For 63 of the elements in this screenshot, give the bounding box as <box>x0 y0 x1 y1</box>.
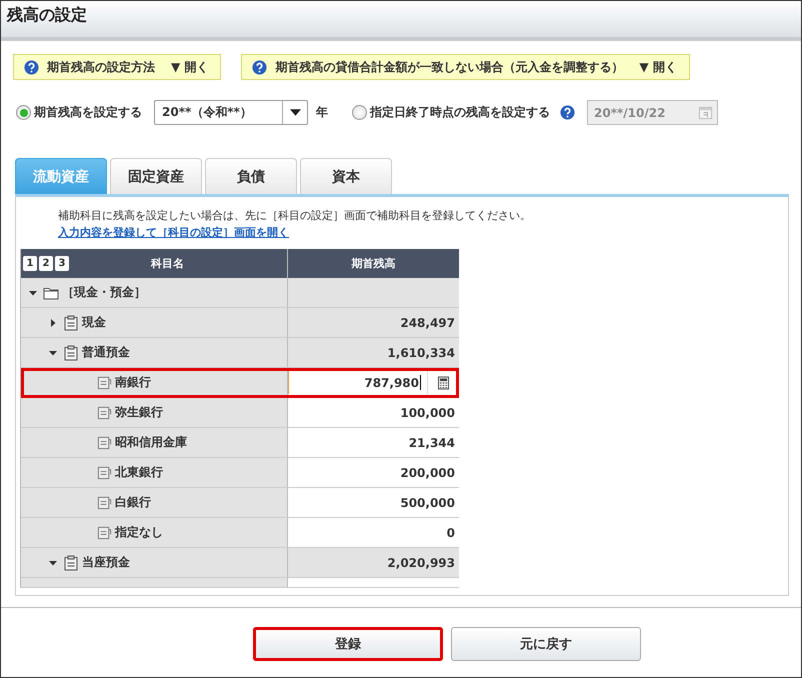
window-title: 残高の設定 <box>7 5 87 26</box>
radio-button[interactable] <box>16 105 31 120</box>
subledger-icon <box>97 405 112 420</box>
collapse-arrow-icon[interactable] <box>49 348 57 356</box>
notice-text: 補助科目に残高を設定したい場合は、先に［科目の設定］画面で補助科目を登録してください。 <box>58 208 532 224</box>
tab[interactable]: 資本 <box>300 158 392 194</box>
account-name: 南銀行 <box>115 374 151 391</box>
expand-toggle[interactable]: ▼ 開く <box>171 58 208 76</box>
account-name: 当座預金 <box>82 554 130 571</box>
help-icon[interactable] <box>560 105 575 120</box>
help-icon <box>24 60 39 74</box>
radio-label[interactable]: 期首残高を設定する <box>34 104 142 121</box>
subledger-icon <box>97 435 112 450</box>
column-header: 期首残高 <box>350 256 396 272</box>
balance-cell: 248,497 <box>400 316 455 330</box>
year-dropdown[interactable]: 20**（令和**） <box>154 100 308 125</box>
collapse-arrow-icon[interactable] <box>29 288 37 296</box>
expand-arrow-icon[interactable] <box>49 318 57 326</box>
calendar-icon <box>698 105 713 120</box>
subledger-icon <box>97 375 112 390</box>
ledger-icon <box>63 554 79 570</box>
account-name: 白銀行 <box>115 494 151 511</box>
balance-cell: 21,344 <box>408 436 455 450</box>
help-label: 期首残高の設定方法 <box>47 58 155 76</box>
subledger-icon <box>97 465 112 480</box>
account-name: 指定なし <box>115 524 163 541</box>
level-button[interactable]: 1 <box>23 256 37 271</box>
account-name: 現金 <box>82 314 106 331</box>
action-button[interactable]: 元に戻す <box>451 627 641 661</box>
column-header: 科目名 <box>151 256 184 271</box>
help-bar[interactable]: 期首残高の設定方法 ▼ 開く <box>13 54 222 80</box>
year-unit: 年 <box>316 104 328 121</box>
balance-cell: 1,610,334 <box>387 346 455 360</box>
balance-cell: 2,020,993 <box>387 556 455 570</box>
level-button[interactable]: 2 <box>39 256 53 271</box>
dropdown-caret-icon <box>290 109 300 116</box>
balance-cell: 0 <box>446 526 455 540</box>
help-icon <box>252 60 268 74</box>
ledger-icon <box>63 314 79 330</box>
help-bar[interactable]: 期首残高の貸借合計金額が一致しない場合（元入金を調整する） ▼ 開く <box>241 54 690 80</box>
radio-label[interactable]: 指定日終了時点の残高を設定する <box>370 104 550 121</box>
action-button[interactable]: 登録 <box>253 627 443 661</box>
tab[interactable]: 固定資産 <box>110 158 202 194</box>
account-name: ［現金・預金］ <box>62 284 146 301</box>
calculator-icon[interactable] <box>438 376 449 390</box>
settings-link[interactable]: 入力内容を登録して［科目の設定］画面を開く <box>58 226 289 239</box>
ledger-icon <box>63 344 79 360</box>
expand-toggle[interactable]: ▼ 開く <box>639 58 677 76</box>
tab[interactable]: 負債 <box>205 158 297 194</box>
balance-cell: 200,000 <box>400 466 455 480</box>
account-name: 弥生銀行 <box>115 404 163 421</box>
subledger-icon <box>97 495 112 510</box>
balance-cell: 100,000 <box>400 406 455 420</box>
radio-button[interactable] <box>352 105 367 120</box>
collapse-arrow-icon[interactable] <box>49 558 57 566</box>
account-name: 北東銀行 <box>115 464 163 481</box>
subledger-icon <box>97 525 112 540</box>
help-label: 期首残高の貸借合計金額が一致しない場合（元入金を調整する） <box>275 58 624 76</box>
level-button[interactable]: 3 <box>55 256 69 271</box>
balance-input[interactable]: 787,980 <box>288 371 428 394</box>
balance-cell: 500,000 <box>400 496 455 510</box>
account-name: 昭和信用金庫 <box>115 434 187 451</box>
account-name: 普通預金 <box>82 344 130 361</box>
